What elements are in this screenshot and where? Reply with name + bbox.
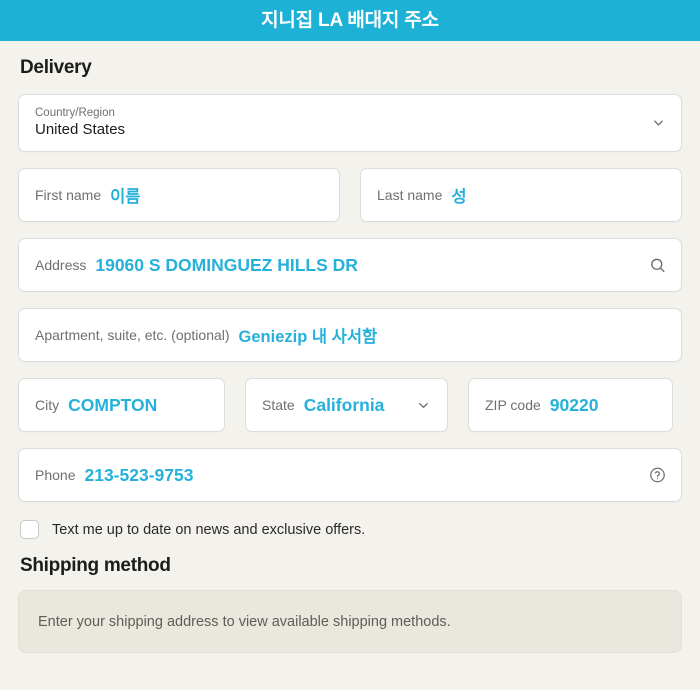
zip-code-field[interactable]: ZIP code 90220 — [468, 378, 673, 432]
marketing-optin-label: Text me up to date on news and exclusive… — [52, 521, 366, 538]
phone-field[interactable]: Phone 213-523-9753 — [18, 448, 682, 502]
city-field[interactable]: City COMPTON — [18, 378, 225, 432]
first-name-value: 이름 — [110, 188, 141, 206]
address-field[interactable]: Address 19060 S DOMINGUEZ HILLS DR — [18, 238, 682, 292]
first-name-label: First name — [35, 187, 102, 203]
checkout-form: Delivery Country/Region United States Fi… — [0, 57, 700, 653]
delivery-section-heading: Delivery — [20, 57, 92, 78]
marketing-optin-row[interactable]: Text me up to date on news and exclusive… — [20, 520, 682, 539]
apartment-label: Apartment, suite, etc. (optional) — [35, 327, 230, 343]
chevron-down-icon[interactable] — [410, 398, 431, 413]
shipping-method-notice-text: Enter your shipping address to view avai… — [38, 613, 451, 630]
state-label: State — [262, 397, 295, 413]
address-value: 19060 S DOMINGUEZ HILLS DR — [95, 254, 358, 275]
country-region-value: United States — [35, 121, 126, 139]
state-select[interactable]: State California — [245, 378, 448, 432]
search-icon[interactable] — [649, 257, 666, 274]
country-row: Country/Region United States — [18, 94, 682, 152]
address-row: Address 19060 S DOMINGUEZ HILLS DR — [18, 238, 682, 292]
apartment-field[interactable]: Apartment, suite, etc. (optional) Geniez… — [18, 308, 682, 362]
shipping-method-notice: Enter your shipping address to view avai… — [18, 590, 682, 653]
help-circle-icon[interactable] — [649, 467, 666, 484]
last-name-field[interactable]: Last name 성 — [360, 168, 682, 222]
city-label: City — [35, 397, 60, 413]
zip-code-value: 90220 — [549, 394, 599, 415]
country-region-select[interactable]: Country/Region United States — [18, 94, 682, 152]
page-title: 지니집 LA 배대지 주소 — [261, 10, 439, 31]
address-label: Address — [35, 257, 87, 273]
state-value: California — [303, 394, 385, 415]
name-row: First name 이름 Last name 성 — [18, 168, 682, 222]
phone-value: 213-523-9753 — [84, 464, 194, 485]
chevron-down-icon[interactable] — [651, 116, 666, 131]
apartment-value: Geniezip 내 사서함 — [238, 328, 378, 346]
shipping-section-heading: Shipping method — [20, 555, 171, 576]
zip-code-label: ZIP code — [485, 397, 541, 413]
country-region-label: Country/Region — [35, 106, 115, 119]
first-name-field[interactable]: First name 이름 — [18, 168, 340, 222]
window-titlebar: 지니집 LA 배대지 주소 — [0, 0, 700, 41]
city-state-zip-row: City COMPTON State California ZIP code 9… — [18, 378, 682, 432]
phone-label: Phone — [35, 467, 76, 483]
phone-row: Phone 213-523-9753 — [18, 448, 682, 502]
last-name-value: 성 — [451, 188, 467, 206]
city-value: COMPTON — [68, 394, 158, 415]
apartment-row: Apartment, suite, etc. (optional) Geniez… — [18, 308, 682, 362]
marketing-optin-checkbox[interactable] — [20, 520, 39, 539]
last-name-label: Last name — [377, 187, 443, 203]
